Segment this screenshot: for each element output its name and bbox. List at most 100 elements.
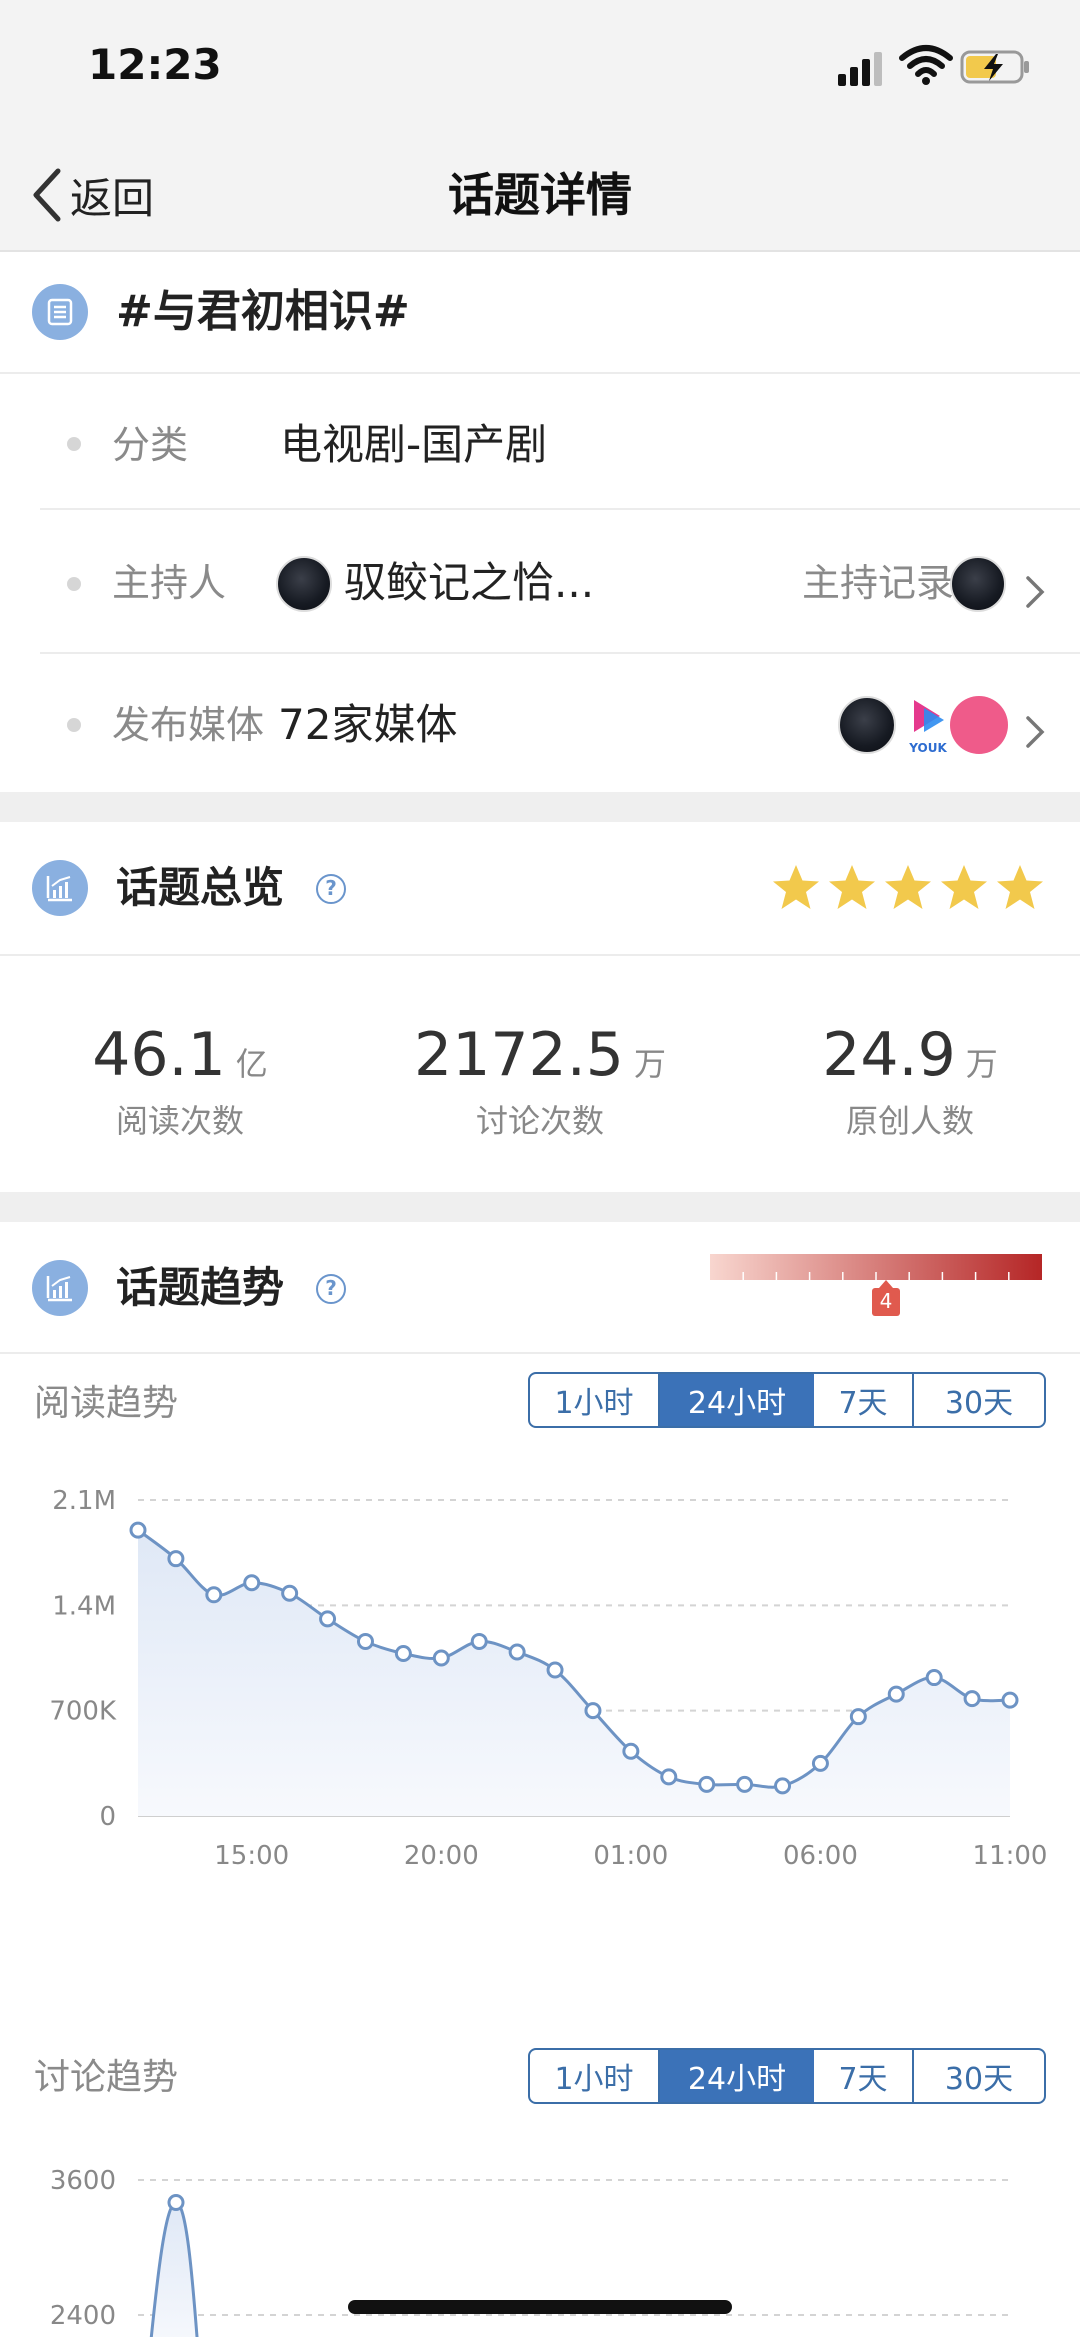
- topic-name: #与君初相识#: [116, 286, 410, 337]
- divider: [0, 954, 1080, 956]
- data-point: [129, 1521, 147, 1539]
- x-tick-label: 01:00: [593, 1841, 668, 1871]
- stat-read-label: 阅读次数: [115, 1102, 244, 1140]
- divider: [40, 508, 1080, 510]
- star-rating: [770, 862, 1046, 914]
- y-tick-label: 2400: [50, 2301, 116, 2331]
- overview-title: 话题总览: [116, 863, 285, 912]
- row-bullet: [67, 437, 81, 451]
- stat-discuss-unit: 万: [633, 1045, 666, 1083]
- divider: [0, 372, 1080, 374]
- star-icon: [885, 865, 931, 909]
- wifi-icon: [899, 45, 953, 85]
- tab-1h[interactable]: 1小时: [530, 1374, 660, 1426]
- discuss-range-selector: 1小时 24小时 7天 30天: [528, 2048, 1046, 2104]
- help-icon[interactable]: ?: [316, 874, 346, 904]
- data-point: [925, 1669, 943, 1687]
- data-point: [508, 1643, 526, 1661]
- data-point: [205, 1586, 223, 1604]
- row-bullet: [67, 718, 81, 732]
- host-record-avatar: [950, 556, 1006, 612]
- star-icon: [773, 865, 819, 909]
- stat-discuss-value: 2172.5: [414, 1020, 624, 1090]
- home-indicator: [348, 2300, 732, 2314]
- tab-1h[interactable]: 1小时: [530, 2050, 660, 2102]
- read-trend-chart: 0 700K 1.4M 2.1M 15:00 20:00 01:00 06:00 11:00: [49, 1486, 1048, 1871]
- trend-title: 话题趋势: [116, 1263, 285, 1312]
- stat-original: 24.9 万 原创人数: [760, 1020, 1060, 1143]
- stat-discuss-label: 讨论次数: [475, 1102, 604, 1140]
- discuss-trend-title: 讨论趋势: [34, 2057, 179, 2098]
- tab-24h[interactable]: 24小时: [660, 1374, 814, 1426]
- row-bullet: [67, 577, 81, 591]
- read-trend-title: 阅读趋势: [34, 1383, 179, 1424]
- tab-30d[interactable]: 30天: [914, 2050, 1044, 2102]
- media-avatar-pink: [950, 696, 1008, 754]
- page-title: 话题详情: [448, 168, 632, 222]
- data-point: [319, 1610, 337, 1628]
- category-value: 电视剧-国产剧: [280, 420, 548, 469]
- tab-30d[interactable]: 30天: [914, 1374, 1044, 1426]
- youku-logo-icon: YOUK: [908, 700, 947, 755]
- stat-original-value: 24.9: [822, 1020, 956, 1090]
- x-tick-label: 20:00: [404, 1841, 479, 1871]
- stat-read-value: 46.1: [92, 1020, 226, 1090]
- help-icon[interactable]: ?: [316, 1274, 346, 1304]
- data-point: [584, 1702, 602, 1720]
- host-name: 驭鲛记之恰...: [344, 558, 595, 607]
- star-icon: [829, 865, 875, 909]
- chart-icon: [32, 1260, 88, 1316]
- y-tick-label: 700K: [49, 1697, 117, 1727]
- x-tick-label: 06:00: [783, 1841, 858, 1871]
- data-point: [167, 1550, 185, 1568]
- tab-24h[interactable]: 24小时: [660, 2050, 814, 2102]
- section-gap: [0, 1192, 1080, 1222]
- data-point: [394, 1644, 412, 1662]
- data-point: [660, 1768, 678, 1786]
- data-point: [243, 1574, 261, 1592]
- media-avatar: [838, 696, 896, 754]
- tab-7d[interactable]: 7天: [814, 2050, 914, 2102]
- data-point: [356, 1632, 374, 1650]
- data-point: [774, 1777, 792, 1795]
- stat-original-unit: 万: [965, 1045, 998, 1083]
- media-label: 发布媒体: [112, 703, 265, 747]
- y-tick-label: 0: [99, 1802, 116, 1832]
- data-point: [736, 1775, 754, 1793]
- y-tick-label: 3600: [50, 2166, 116, 2196]
- chevron-right-icon: [1026, 576, 1045, 608]
- data-point: [1001, 1691, 1019, 1709]
- stat-read: 46.1 亿 阅读次数: [40, 1020, 320, 1143]
- x-tick-label: 15:00: [214, 1841, 289, 1871]
- section-gap: [0, 792, 1080, 822]
- data-point: [470, 1632, 488, 1650]
- host-avatar: [276, 556, 332, 612]
- data-point: [432, 1649, 450, 1667]
- data-point: [963, 1690, 981, 1708]
- host-record-label[interactable]: 主持记录: [802, 558, 954, 608]
- data-point: [546, 1661, 564, 1679]
- y-tick-label: 1.4M: [52, 1591, 116, 1621]
- data-point: [167, 2194, 185, 2211]
- topic-list-icon: [32, 284, 88, 340]
- stat-discuss: 2172.5 万 讨论次数: [380, 1020, 700, 1143]
- battery-charging-icon: [960, 50, 1029, 84]
- read-range-selector: 1小时 24小时 7天 30天: [528, 1372, 1046, 1428]
- signal-icon: [838, 52, 882, 86]
- divider: [0, 1352, 1080, 1354]
- status-time: 12:23: [88, 40, 222, 89]
- media-count: 72家媒体: [278, 700, 458, 749]
- svg-text:YOUK: YOUK: [908, 741, 947, 755]
- star-icon: [997, 865, 1043, 909]
- stat-original-label: 原创人数: [845, 1102, 974, 1140]
- divider: [40, 652, 1080, 654]
- y-tick-label: 2.1M: [52, 1486, 116, 1516]
- x-tick-label: 11:00: [973, 1841, 1048, 1871]
- host-label: 主持人: [112, 561, 227, 605]
- chart-icon: [32, 860, 88, 916]
- data-point: [622, 1742, 640, 1760]
- data-point: [811, 1754, 829, 1772]
- heat-scale: 4: [710, 1254, 1042, 1316]
- tab-7d[interactable]: 7天: [814, 1374, 914, 1426]
- star-icon: [941, 865, 987, 909]
